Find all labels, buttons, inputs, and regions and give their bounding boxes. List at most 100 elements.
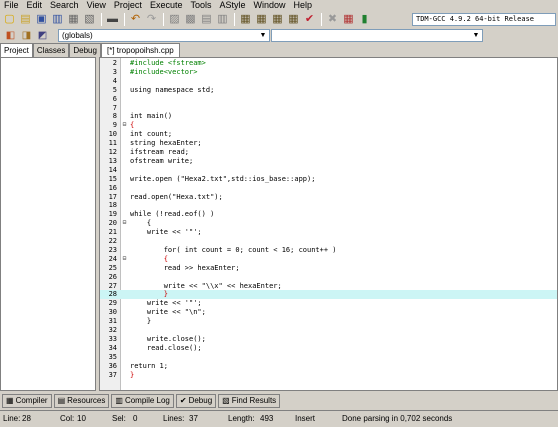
code-line[interactable]: 25 read >> hexaEnter; [100, 263, 557, 273]
code-text: for( int count = 0; count < 16; count++ … [130, 245, 337, 254]
menu-search[interactable]: Search [46, 0, 83, 11]
close-all-icon[interactable]: ▧ [82, 12, 97, 27]
code-line[interactable]: 6 [100, 95, 557, 104]
code-line[interactable]: 22 [100, 237, 557, 246]
goto-icon[interactable]: ▥ [215, 12, 230, 27]
code-line[interactable]: 24 ⊟ { [100, 255, 557, 264]
find-next-icon[interactable]: ▤ [199, 12, 214, 27]
code-line[interactable]: 34 read.close(); [100, 344, 557, 353]
code-line[interactable]: 10 int count; [100, 130, 557, 139]
code-line[interactable]: 30 write << "\n"; [100, 308, 557, 317]
code-line[interactable]: 5 using namespace std; [100, 86, 557, 95]
code-line[interactable]: 16 [100, 184, 557, 193]
new-file-icon[interactable]: ▢ [2, 12, 17, 27]
code-line[interactable]: 18 [100, 201, 557, 210]
save-icon[interactable]: ▣ [34, 12, 49, 27]
code-line[interactable]: 7 [100, 104, 557, 113]
members-select[interactable]: ▼ [271, 29, 483, 42]
compile-icon[interactable]: ▦ [238, 12, 253, 27]
compile-run-icon[interactable]: ▦ [270, 12, 285, 27]
tab-project[interactable]: Project [0, 43, 33, 57]
tab-resources[interactable]: ▤ Resources [53, 394, 110, 408]
rebuild-icon[interactable]: ▦ [286, 12, 301, 27]
print-icon[interactable]: ▬ [105, 12, 120, 27]
profile-icon[interactable]: ▦ [341, 12, 356, 27]
menu-project[interactable]: Project [110, 0, 146, 11]
toolbar-separator [234, 13, 235, 26]
status-message: Done parsing in 0,702 seconds [342, 414, 453, 423]
find-results-icon: ▧ [222, 396, 230, 405]
bottom-panel-tabs: ▦ Compiler ▤ Resources ▥ Compile Log ✔ Debug ▧ Fi… [0, 394, 558, 408]
tab-label: Debug [188, 396, 213, 405]
code-line[interactable]: 9 ⊟{ [100, 121, 557, 130]
code-line[interactable]: 23 for( int count = 0; count < 16; count… [100, 245, 557, 255]
save-all-icon[interactable]: ▥ [50, 12, 65, 27]
chevron-down-icon: ▼ [472, 32, 480, 39]
menu-file[interactable]: File [0, 0, 23, 11]
tab-debug[interactable]: Debug [69, 43, 101, 57]
code-line[interactable]: 36 return 1; [100, 362, 557, 371]
open-icon[interactable]: ▤ [18, 12, 33, 27]
fold-marker-icon[interactable]: ⊟ [121, 219, 128, 228]
line-number: 37 [108, 370, 117, 379]
tab-compile-log[interactable]: ▥ Compile Log [111, 394, 174, 408]
code-line[interactable]: 33 write.close(); [100, 335, 557, 344]
line-number: 35 [108, 352, 117, 361]
code-line[interactable]: 17 read.open("Hexa.txt"); [100, 193, 557, 202]
code-line[interactable]: 26 [100, 273, 557, 282]
code-line[interactable]: 28 } [100, 290, 557, 300]
code-editor[interactable]: 2 #include <fstream> 3 #include<vector> 4 5 us… [99, 57, 558, 391]
insert-icon[interactable]: ◨ [20, 29, 33, 42]
chart-icon[interactable]: ▮ [357, 12, 372, 27]
code-line[interactable]: 12 ifstream read; [100, 148, 557, 157]
code-line[interactable]: 2 #include <fstream> [100, 59, 557, 68]
run-icon[interactable]: ▦ [254, 12, 269, 27]
code-line[interactable]: 14 [100, 165, 557, 175]
undo-icon[interactable]: ↶ [128, 12, 143, 27]
code-line[interactable]: 31 } [100, 317, 557, 326]
class-browser-icon[interactable]: ◧ [4, 29, 17, 42]
compiler-select[interactable]: TDM-GCC 4.9.2 64-bit Release [412, 13, 556, 26]
fold-marker-icon[interactable]: ⊟ [121, 255, 128, 264]
menu-edit[interactable]: Edit [23, 0, 47, 11]
code-line[interactable]: 35 [100, 352, 557, 362]
code-text: string hexaEnter; [130, 139, 202, 148]
scope-select[interactable]: (globals) ▼ [58, 29, 270, 42]
file-tab[interactable]: [*] tropopoihsh.cpp [101, 43, 180, 57]
code-line[interactable]: 37} [100, 370, 557, 380]
code-line[interactable]: 32 [100, 326, 557, 335]
line-number: 14 [108, 165, 117, 174]
replace-icon[interactable]: ▩ [183, 12, 198, 27]
code-line[interactable]: 11 string hexaEnter; [100, 139, 557, 148]
redo-icon[interactable]: ↷ [144, 12, 159, 27]
tab-debug[interactable]: ✔ Debug [175, 394, 217, 408]
code-line[interactable]: 13 ofstream write; [100, 157, 557, 166]
code-line[interactable]: 20 ⊟ { [100, 219, 557, 228]
code-line[interactable]: 21 write << '"'; [100, 228, 557, 237]
menu-help[interactable]: Help [290, 0, 317, 11]
code-line[interactable]: 4 [100, 77, 557, 86]
close-icon[interactable]: ▦ [66, 12, 81, 27]
code-text: #include <fstream> [130, 59, 206, 67]
toggle-bookmark-icon[interactable]: ◩ [36, 29, 49, 42]
tab-classes[interactable]: Classes [32, 43, 70, 57]
stop-icon[interactable]: ✖ [325, 12, 340, 27]
menu-tools[interactable]: Tools [186, 0, 215, 11]
menu-execute[interactable]: Execute [146, 0, 187, 11]
code-line[interactable]: 8 int main() [100, 112, 557, 121]
fold-marker-icon[interactable]: ⊟ [121, 121, 128, 130]
tab-find-results[interactable]: ▧ Find Results [218, 394, 281, 408]
syntax-check-icon[interactable]: ✔ [302, 12, 317, 27]
line-number: 18 [108, 201, 117, 210]
code-line[interactable]: 29 write << '"'; [100, 299, 557, 308]
menu-astyle[interactable]: AStyle [215, 0, 249, 11]
find-icon[interactable]: ▨ [167, 12, 182, 27]
code-line[interactable]: 27 write << "\\x" << hexaEnter; [100, 282, 557, 291]
code-line[interactable]: 3 #include<vector> [100, 68, 557, 77]
menu-view[interactable]: View [83, 0, 110, 11]
menu-window[interactable]: Window [250, 0, 290, 11]
tab-compiler[interactable]: ▦ Compiler [2, 394, 52, 408]
code-line[interactable]: 15 write.open ("Hexa2.txt",std::ios_base:… [100, 175, 557, 184]
code-line[interactable]: 19 while (!read.eof() ) [100, 210, 557, 219]
line-number: 25 [108, 263, 117, 272]
